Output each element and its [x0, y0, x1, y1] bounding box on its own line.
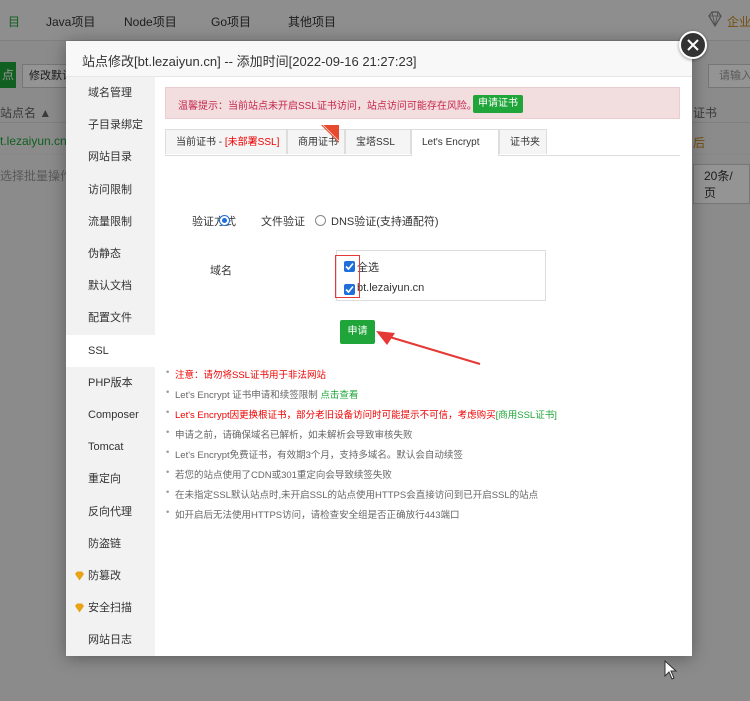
diamond-icon: [75, 571, 84, 581]
note-item: 注意：请勿将SSL证书用于非法网站: [166, 367, 326, 381]
tab-baota-label: 宝塔SSL: [356, 137, 395, 148]
sidebar-item-label: 反向代理: [88, 505, 132, 518]
note-text: 在未指定SSL默认站点时,未开启SSL的站点使用HTTPS会直接访问到已开启SS…: [175, 490, 539, 501]
note-item: Let's Encrypt 证书申请和续签限制 点击查看: [166, 387, 358, 401]
sidebar-item-label: 安全扫描: [88, 602, 132, 615]
sidebar-item[interactable]: 默认文档: [66, 270, 155, 302]
tab-cert-folder-label: 证书夹: [510, 137, 540, 148]
note-item: 如开启后无法使用HTTPS访问，请检查安全组是否正确放行443端口: [166, 507, 460, 521]
note-item: 若您的站点使用了CDN或301重定向会导致续签失败: [166, 467, 392, 481]
diamond-icon: [75, 603, 84, 613]
ssl-panel: 温馨提示：当前站点未开启SSL证书访问，站点访问可能存在风险。 申请证书 当前证…: [155, 77, 692, 656]
buy-commercial-ssl-link[interactable]: [商用SSL证书]: [496, 410, 557, 421]
verify-dns-radio[interactable]: [315, 215, 326, 226]
note-text: 若您的站点使用了CDN或301重定向会导致续签失败: [175, 470, 392, 481]
verify-file-radio[interactable]: [219, 215, 230, 226]
dialog-header: 站点修改[bt.lezaiyun.cn] -- 添加时间[2022-09-16 …: [66, 41, 692, 77]
note-item: 申请之前，请确保域名已解析，如未解析会导致审核失败: [166, 427, 413, 441]
dialog-sidebar: 域名管理子目录绑定网站目录访问限制流量限制伪静态默认文档配置文件 SSL PHP版本…: [66, 77, 155, 656]
apply-button[interactable]: 申请: [340, 320, 375, 344]
domain-name-label[interactable]: bt.lezaiyun.cn: [357, 282, 424, 294]
sidebar-item-label: 网站日志: [88, 634, 132, 647]
note-text: Let's Encrypt因更换根证书，部分老旧设备访问时可能提示不可信，考虑购…: [175, 410, 496, 421]
warning-text: 温馨提示：当前站点未开启SSL证书访问，站点访问可能存在风险。: [178, 101, 477, 112]
sidebar-item[interactable]: 重定向: [66, 463, 155, 495]
note-item: Let's Encrypt免费证书，有效期3个月，支持多域名。默认会自动续签: [166, 447, 463, 461]
tab-current-cert[interactable]: 当前证书 - [未部署SSL]: [165, 129, 287, 154]
sidebar-item[interactable]: 防篡改: [66, 560, 155, 592]
verify-dns-label[interactable]: DNS验证(支持通配符): [331, 213, 439, 229]
verify-file-label[interactable]: 文件验证: [261, 213, 305, 229]
note-item: Let's Encrypt因更换根证书，部分老旧设备访问时可能提示不可信，考虑购…: [166, 407, 557, 421]
sidebar-item-label: PHP版本: [88, 376, 133, 389]
view-limits-link[interactable]: 点击查看: [320, 390, 358, 401]
note-text: 申请之前，请确保域名已解析，如未解析会导致审核失败: [175, 430, 413, 441]
sidebar-item[interactable]: 网站日志: [66, 624, 155, 656]
sidebar-item-label: 流量限制: [88, 215, 132, 228]
sidebar-item[interactable]: 伪静态: [66, 238, 155, 270]
sidebar-item-label: 伪静态: [88, 248, 121, 260]
sidebar-item[interactable]: 安全扫描: [66, 592, 155, 624]
sidebar-item[interactable]: 配置文件: [66, 302, 155, 334]
checkbox-highlight-box: [335, 255, 360, 298]
sidebar-item-label: 重定向: [88, 473, 121, 486]
sidebar-item-label: 子目录绑定: [88, 119, 143, 132]
sidebar-item[interactable]: Tomcat: [66, 431, 155, 463]
sidebar-item-label: Tomcat: [88, 441, 124, 454]
sidebar-item-label: 网站目录: [88, 151, 132, 164]
sidebar-item[interactable]: Composer: [66, 399, 155, 431]
sidebar-item[interactable]: 网站目录: [66, 141, 155, 173]
tab-letsencrypt[interactable]: Let's Encrypt: [411, 129, 499, 156]
close-icon: [687, 39, 699, 51]
sidebar-item-label: SSL: [88, 344, 109, 357]
apply-cert-button[interactable]: 申请证书: [473, 95, 523, 113]
select-all-label[interactable]: 全选: [357, 259, 379, 275]
sidebar-item-label: 防盗链: [88, 537, 121, 550]
sidebar-item[interactable]: 子目录绑定: [66, 109, 155, 141]
site-edit-dialog: 站点修改[bt.lezaiyun.cn] -- 添加时间[2022-09-16 …: [66, 41, 692, 656]
note-text: 如开启后无法使用HTTPS访问，请检查安全组是否正确放行443端口: [175, 510, 460, 521]
sidebar-item-label: 默认文档: [88, 280, 132, 293]
sidebar-item[interactable]: 访问限制: [66, 174, 155, 206]
sidebar-item[interactable]: 反向代理: [66, 496, 155, 528]
tab-cert-folder[interactable]: 证书夹: [499, 129, 547, 154]
red-arrow-annotation: [376, 331, 481, 366]
note-text: Let's Encrypt免费证书，有效期3个月，支持多域名。默认会自动续签: [175, 450, 463, 461]
sidebar-item-label: 域名管理: [88, 87, 132, 99]
note-item: 在未指定SSL默认站点时,未开启SSL的站点使用HTTPS会直接访问到已开启SS…: [166, 487, 539, 501]
sidebar-item-label: 防篡改: [88, 570, 121, 582]
sidebar-item-label: 配置文件: [88, 312, 132, 325]
note-text: Let's Encrypt 证书申请和续签限制: [175, 390, 321, 401]
close-dialog-button[interactable]: [679, 31, 707, 59]
sidebar-item[interactable]: 防盗链: [66, 528, 155, 560]
tab-baota-ssl[interactable]: 宝塔SSL: [345, 129, 411, 154]
sidebar-item[interactable]: SSL: [66, 334, 155, 367]
sidebar-item-label: Composer: [88, 409, 139, 421]
tab-letsencrypt-label: Let's Encrypt: [422, 137, 480, 148]
domain-label: 域名: [210, 265, 232, 277]
sidebar-item-label: 访问限制: [88, 183, 132, 196]
ssl-tabs: 当前证书 - [未部署SSL] 商用证书 宝塔SSL Let's Encrypt…: [165, 125, 680, 156]
sidebar-item[interactable]: PHP版本: [66, 367, 155, 399]
cert-status-text: [未部署SSL]: [224, 137, 280, 148]
recommend-ribbon-icon: [321, 125, 339, 143]
ssl-warning-banner: 温馨提示：当前站点未开启SSL证书访问，站点访问可能存在风险。 申请证书: [165, 87, 680, 119]
sidebar-item[interactable]: 流量限制: [66, 206, 155, 238]
note-warning-text: 注意：请勿将SSL证书用于非法网站: [175, 370, 326, 381]
mouse-cursor-icon: [664, 660, 678, 680]
sidebar-item[interactable]: 域名管理: [66, 77, 155, 109]
tab-current-cert-label: 当前证书 -: [176, 137, 225, 148]
dialog-title: 站点修改[bt.lezaiyun.cn] -- 添加时间[2022-09-16 …: [82, 54, 417, 69]
